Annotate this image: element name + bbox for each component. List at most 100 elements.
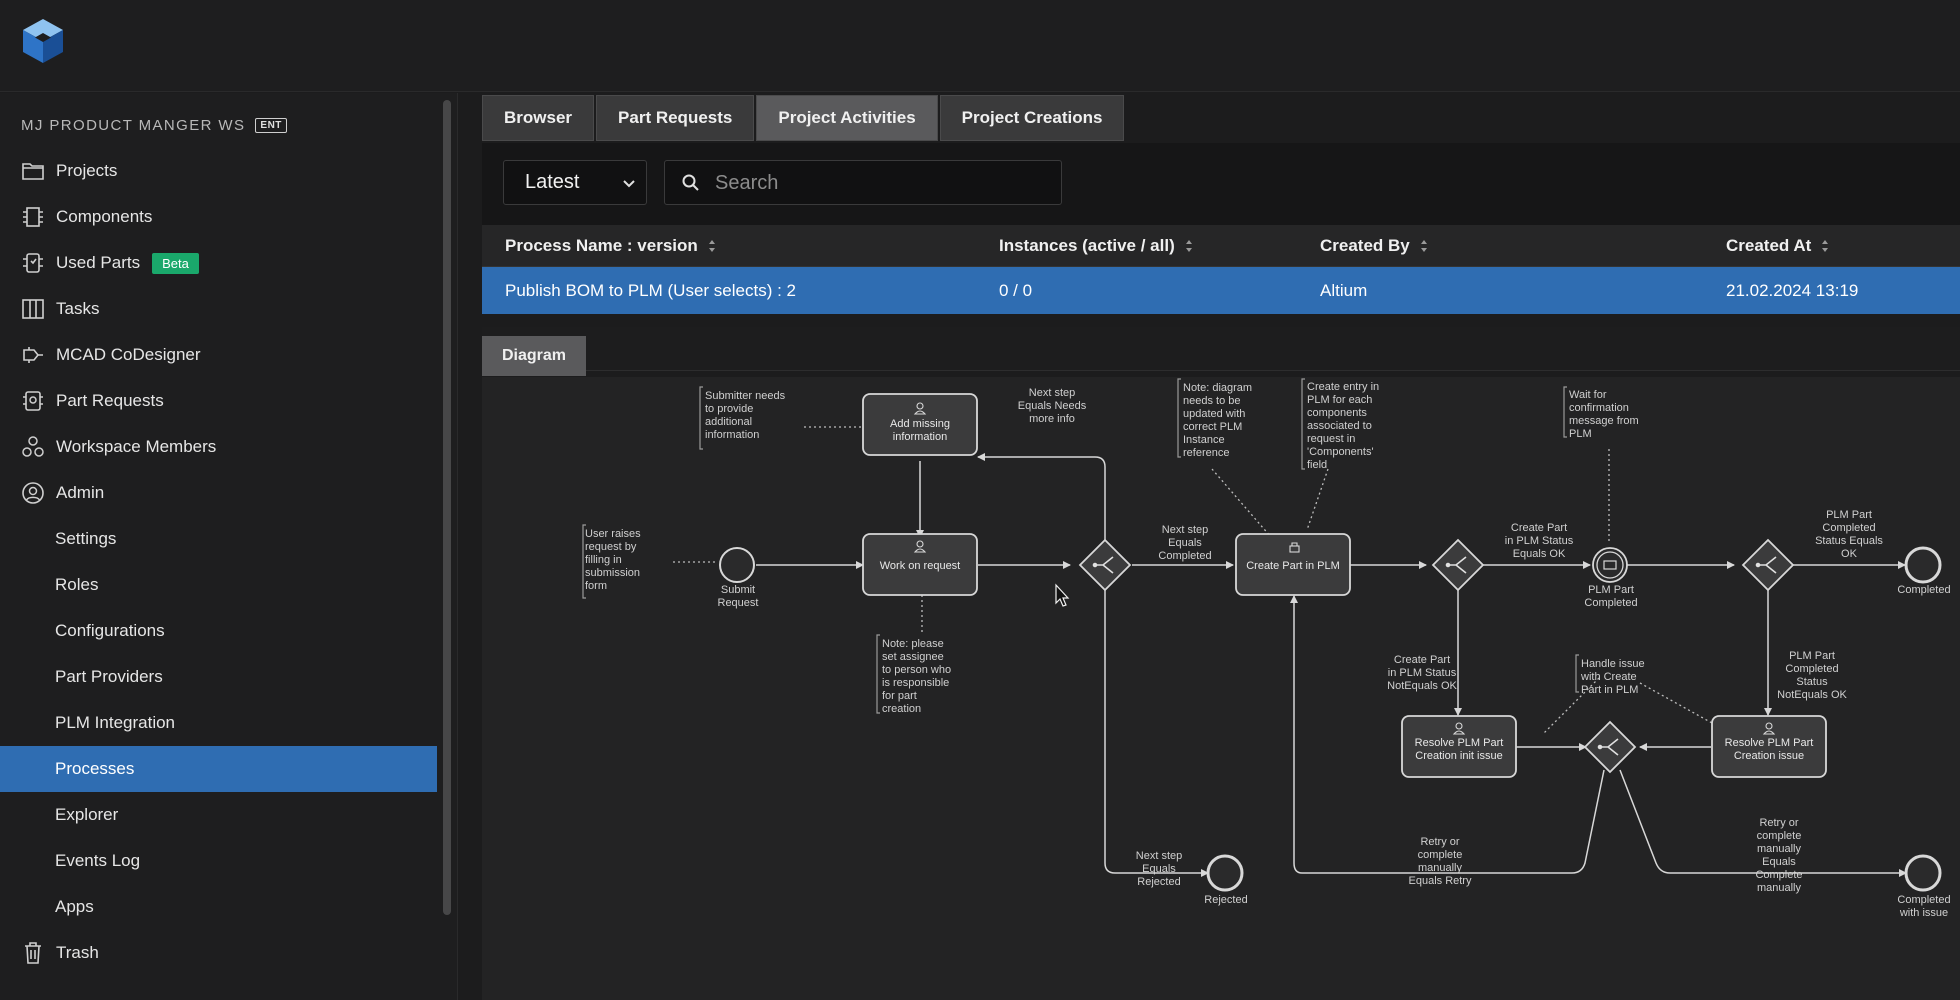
sidebar-item-events-log[interactable]: Events Log: [0, 838, 437, 884]
flow-label-manual-4: Complete: [1755, 869, 1802, 881]
sidebar-item-apps[interactable]: Apps: [0, 884, 437, 930]
task-create-part-in-plm[interactable]: Create Part in PLM: [1235, 533, 1351, 596]
sidebar-item-label: Tasks: [56, 299, 100, 318]
sidebar-item-label: Settings: [55, 529, 117, 548]
tab-part-requests[interactable]: Part Requests: [596, 95, 755, 141]
flow-label-completed-2: Completed: [1158, 550, 1211, 562]
gateway-retry-or-complete[interactable]: [1583, 720, 1637, 774]
sidebar-item-mcad-codesigner[interactable]: MCAD CoDesigner: [0, 332, 437, 378]
flow-label-plm-not-ok-1: Completed: [1785, 663, 1838, 675]
note-assignee-3: is responsible: [882, 677, 949, 689]
sidebar-item-label: Explorer: [55, 805, 119, 824]
sidebar-nav: Projects Components Used Parts Beta Task…: [0, 148, 437, 976]
sidebar-item-used-parts[interactable]: Used Parts Beta: [0, 240, 437, 286]
flow-label-manual-5: manually: [1757, 882, 1802, 894]
note-create-entry-0: Create entry in: [1307, 381, 1379, 393]
flow-label-manual-0: Retry or: [1759, 817, 1798, 829]
sidebar: MJ PRODUCT MANGER WS ENT Projects Compon…: [0, 93, 458, 1000]
task-resolve-plm-part-creation-init-issue[interactable]: Resolve PLM Part Creation init issue: [1401, 715, 1517, 778]
note-user-raises-0: User raises: [585, 528, 641, 540]
edition-badge: ENT: [255, 118, 287, 133]
flow-label-status-ok-0: Create Part: [1511, 522, 1567, 534]
note-diagram-update-2: updated with: [1183, 408, 1245, 420]
note-handle-1: with Create: [1580, 671, 1637, 683]
used-parts-icon: [20, 250, 46, 276]
note-assignee-0: Note: please: [882, 638, 944, 650]
sidebar-item-label: Used Parts: [56, 253, 141, 272]
flow-label-completed-1: Equals: [1168, 537, 1202, 549]
process-diagram[interactable]: Submitter needs to provide additional in…: [482, 377, 1960, 1000]
sidebar-item-label: Workspace Members: [56, 437, 217, 456]
note-wait-1: confirmation: [1569, 402, 1629, 414]
sidebar-item-trash[interactable]: Trash: [0, 930, 437, 976]
note-create-entry-5: 'Components': [1307, 446, 1374, 458]
task-label-0: Add missing: [890, 418, 950, 430]
end-event-rejected[interactable]: Rejected: [1204, 854, 1248, 906]
sidebar-item-plm-integration[interactable]: PLM Integration: [0, 700, 437, 746]
sidebar-item-workspace-members[interactable]: Workspace Members: [0, 424, 437, 470]
column-header-created-by[interactable]: Created By: [1320, 225, 1428, 267]
diagram-canvas[interactable]: Submitter needs to provide additional in…: [482, 377, 1960, 1000]
gateway-create-status[interactable]: [1431, 538, 1485, 592]
sidebar-item-admin[interactable]: Admin: [0, 470, 437, 516]
version-select[interactable]: Latest: [503, 160, 647, 205]
gateway-plm-completed-status[interactable]: [1741, 538, 1795, 592]
sidebar-item-tasks[interactable]: Tasks: [0, 286, 437, 332]
workspace-name: MJ PRODUCT MANGER WS: [21, 117, 246, 134]
part-request-icon: [20, 388, 46, 414]
tab-project-creations[interactable]: Project Creations: [939, 95, 1125, 141]
note-user-raises-1: request by: [585, 541, 637, 553]
task-label-0: Resolve PLM Part: [1415, 737, 1504, 749]
search-box[interactable]: [664, 160, 1062, 205]
members-icon: [20, 434, 46, 460]
table-cell-created-at: 21.02.2024 13:19: [1726, 280, 1859, 300]
event-label-0: Completed: [1897, 584, 1950, 596]
sidebar-item-components[interactable]: Components: [0, 194, 437, 240]
column-header-process-name[interactable]: Process Name : version: [505, 225, 716, 267]
search-input[interactable]: [715, 169, 1045, 197]
sidebar-item-part-requests[interactable]: Part Requests: [0, 378, 437, 424]
end-event-completed[interactable]: Completed: [1897, 546, 1951, 596]
column-header-instances[interactable]: Instances (active / all): [999, 225, 1193, 267]
sidebar-item-label: MCAD CoDesigner: [56, 345, 201, 364]
sidebar-item-label: Admin: [56, 483, 105, 502]
note-create-entry-4: request in: [1307, 433, 1355, 445]
task-resolve-plm-part-creation-issue[interactable]: Resolve PLM Part Creation issue: [1711, 715, 1827, 778]
sidebar-item-configurations[interactable]: Configurations: [0, 608, 437, 654]
flow-label-retry-3: Equals Retry: [1409, 875, 1472, 887]
cube-logo-icon[interactable]: [20, 16, 66, 66]
start-event-submit-request[interactable]: Submit Request: [718, 547, 759, 609]
note-create-entry-2: components: [1307, 407, 1367, 419]
flow-label-retry-2: manually: [1418, 862, 1463, 874]
task-label-0: Create Part in PLM: [1246, 560, 1340, 572]
note-diagram-update-3: correct PLM: [1183, 421, 1242, 433]
task-add-missing-information[interactable]: Add missing information: [862, 393, 978, 456]
tab-browser[interactable]: Browser: [482, 95, 595, 141]
sidebar-item-label: Trash: [56, 943, 99, 962]
task-label-1: Creation init issue: [1415, 750, 1502, 762]
note-wait-0: Wait for: [1569, 389, 1607, 401]
column-header-created-at[interactable]: Created At: [1726, 225, 1829, 267]
mcad-icon: [20, 342, 46, 368]
gateway-next-step[interactable]: [1078, 538, 1132, 592]
tab-project-activities[interactable]: Project Activities: [756, 95, 938, 141]
sidebar-item-part-providers[interactable]: Part Providers: [0, 654, 437, 700]
sidebar-item-settings[interactable]: Settings: [0, 516, 437, 562]
task-work-on-request[interactable]: Work on request: [862, 533, 978, 596]
sidebar-item-explorer[interactable]: Explorer: [0, 792, 437, 838]
end-event-completed-with-issue[interactable]: Completed with issue: [1897, 854, 1951, 919]
tab-diagram[interactable]: Diagram: [482, 336, 586, 376]
sidebar-item-roles[interactable]: Roles: [0, 562, 437, 608]
sidebar-item-projects[interactable]: Projects: [0, 148, 437, 194]
table-row[interactable]: Publish BOM to PLM (User selects) : 2 0 …: [482, 267, 1960, 314]
sidebar-item-processes[interactable]: Processes: [0, 746, 437, 792]
association-lines: [673, 426, 1731, 734]
note-wait-2: message from: [1569, 415, 1639, 427]
flow-label-manual-3: Equals: [1762, 856, 1796, 868]
sidebar-scrollbar[interactable]: [443, 100, 451, 915]
chevron-down-icon: [623, 180, 635, 188]
flow-label-needs-more-info-1: Equals Needs: [1018, 400, 1087, 412]
note-assignee-5: creation: [882, 703, 921, 715]
intermediate-event-plm-part-completed[interactable]: PLM Part Completed: [1584, 547, 1638, 609]
event-label-0: Submit: [721, 584, 755, 596]
